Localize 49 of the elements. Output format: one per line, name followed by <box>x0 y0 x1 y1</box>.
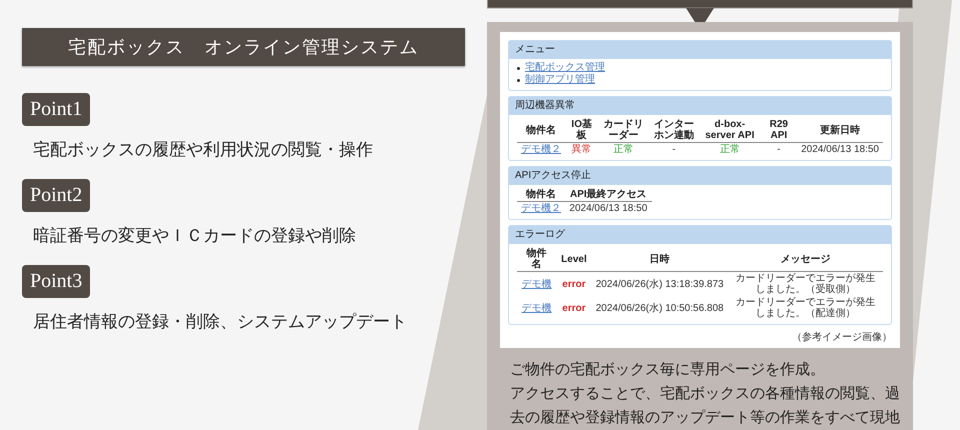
column-header: R29 API <box>760 118 798 142</box>
column-header: 物件名 <box>517 118 565 142</box>
table-cell-text: 2024/06/26(水) 10:50:56.808 <box>594 302 725 316</box>
description-text: ご物件の宅配ボックス毎に専用ページを作成。 <box>510 360 826 380</box>
point-description: 宅配ボックスの履歴や利用状況の閲覧・操作 <box>33 139 374 161</box>
table-cell: カードリーダーでエラーが発生しました。（受取側） <box>728 272 883 296</box>
menu-link[interactable]: 宅配ボックス管理 <box>525 62 605 74</box>
column-header: IO基板 <box>565 118 598 142</box>
bullet-icon <box>517 66 520 70</box>
column-header: API最終アクセス <box>565 188 652 202</box>
section-header: APIアクセス停止 <box>509 167 891 185</box>
point-badge: Point2 <box>22 179 90 212</box>
column-header: 物件名 <box>517 247 556 272</box>
column-header: d-box-server API <box>699 118 761 142</box>
property-link[interactable]: デモ機２ <box>521 144 561 155</box>
table-cell: 正常 <box>699 142 761 156</box>
section-header: メニュー <box>509 41 891 59</box>
image-caption: （参考イメージ画像） <box>791 330 892 344</box>
table-cell: - <box>648 142 700 156</box>
table-cell: - <box>760 142 798 156</box>
table-cell: 異常 <box>565 142 598 156</box>
bullet-icon <box>517 78 520 82</box>
point-description: 暗証番号の変更やＩＣカードの登録や削除 <box>33 225 357 247</box>
description-text: 去の履歴や登録情報のアップデート等の作業をすべて現地 <box>510 408 900 428</box>
point-badge: Point1 <box>22 93 90 126</box>
table-cell-text: カードリーダーでエラーが発生しました。（配達側） <box>734 296 876 320</box>
table-cell-text: error <box>561 302 587 316</box>
table-cell: 2024/06/13 18:50 <box>797 142 883 156</box>
column-header: 更新日時 <box>797 118 883 142</box>
table-cell: error <box>556 272 592 296</box>
point-badge: Point3 <box>22 265 90 298</box>
property-link[interactable]: デモ機 <box>522 278 552 290</box>
column-header: インターホン連動 <box>648 118 700 142</box>
property-link[interactable]: デモ機 <box>522 302 552 314</box>
menu-link[interactable]: 制御アプリ管理 <box>525 74 595 86</box>
section-header: エラーログ <box>509 226 891 244</box>
table-cell: 正常 <box>598 142 649 156</box>
column-header: 物件名 <box>517 188 565 202</box>
column-header: カードリーダー <box>598 118 649 142</box>
column-header: 日時 <box>592 247 728 272</box>
table-cell: 2024/06/13 18:50 <box>565 202 652 215</box>
title-banner: 宅配ボックス オンライン管理システム <box>22 28 465 66</box>
property-link[interactable]: デモ機２ <box>521 203 561 214</box>
point-description: 居住者情報の登録・削除、システムアップデート <box>33 311 408 333</box>
table-cell: 2024/06/26(水) 13:18:39.873 <box>592 272 728 296</box>
section-header: 周辺機器異常 <box>509 97 891 115</box>
column-header: Level <box>556 247 592 272</box>
description-text: アクセスすることで、宅配ボックスの各種情報の閲覧、過 <box>510 384 900 404</box>
column-header: メッセージ <box>728 247 883 272</box>
